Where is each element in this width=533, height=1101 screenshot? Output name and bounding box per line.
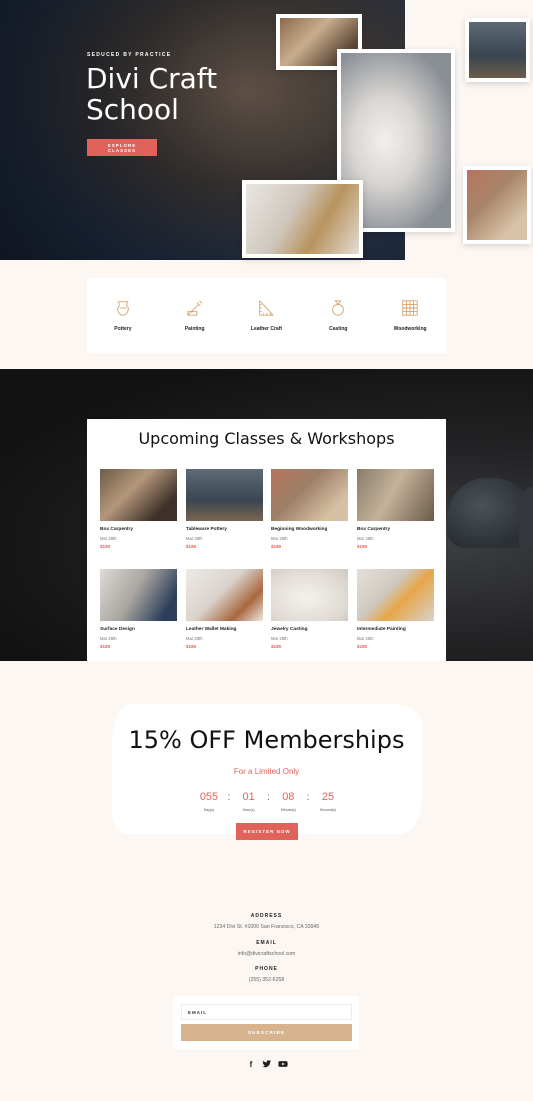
class-date: Mar 28th	[100, 536, 117, 541]
classes-title: Upcoming Classes & Workshops	[138, 429, 395, 448]
class-price: $180	[357, 644, 368, 649]
timer-seconds-value: 25	[321, 791, 335, 803]
class-card[interactable]: Box Carpentry Mar 28th $180	[357, 469, 434, 549]
class-date: Mar 28th	[271, 536, 288, 541]
category-woodworking[interactable]: Woodworking	[380, 299, 440, 332]
timer-days-label: Day(s)	[203, 808, 215, 812]
pot-icon	[117, 301, 129, 316]
email-input[interactable]: EMAIL	[181, 1004, 352, 1020]
class-card[interactable]: Leather Wallet Making Mar 28th $180	[186, 569, 263, 649]
category-label: Leather Craft	[250, 326, 283, 332]
phone-heading: PHONE	[255, 966, 278, 972]
ring-icon	[332, 300, 345, 316]
timer-days: 055 Day(s)	[196, 791, 222, 812]
timer-minutes: 08 Minute(s)	[275, 791, 301, 812]
timer-separator: :	[227, 792, 231, 803]
address-text: 1234 Divi St. #1000 San Francisco, CA 33…	[213, 924, 320, 930]
twitter-icon[interactable]	[261, 1058, 273, 1070]
class-name[interactable]: Intermediate Painting	[357, 627, 434, 632]
class-image[interactable]	[271, 569, 348, 621]
timer-minutes-value: 08	[282, 791, 295, 803]
timer-separator: :	[267, 792, 270, 803]
email-heading: EMAIL	[256, 940, 277, 946]
class-price: $180	[271, 644, 282, 649]
explore-classes-button[interactable]: EXPLORE CLASSES	[87, 139, 157, 156]
class-image[interactable]	[100, 469, 177, 521]
phone-text[interactable]: (255) 352-6258	[0, 977, 533, 983]
class-card[interactable]: Surface Design Mar 28th $180	[100, 569, 177, 649]
class-card[interactable]: Tableware Pottery Mar 28th $180	[186, 469, 263, 549]
class-name[interactable]: Box Carpentry	[100, 527, 177, 532]
wood-grid-icon	[402, 300, 418, 316]
promo-title: 15% OFF Memberships	[128, 726, 405, 754]
timer-separator: :	[306, 792, 310, 803]
collage-photo-leather	[242, 180, 363, 258]
class-image[interactable]	[357, 569, 434, 621]
class-price: $180	[271, 544, 282, 549]
ruler-icon	[259, 300, 275, 316]
timer-hours-value: 01	[242, 791, 255, 803]
hero-section: SEDUCED BY PRACTICE Divi Craft School EX…	[0, 0, 533, 260]
countdown-timer: 055 Day(s) : 01 Hour(s) : 08 Minute(s) :…	[196, 791, 341, 812]
class-card[interactable]: Intermediate Painting Mar 28th $180	[357, 569, 434, 649]
class-name[interactable]: Jewelry Casting	[271, 627, 348, 632]
timer-hours-label: Hour(s)	[242, 808, 255, 812]
class-price: $180	[186, 644, 197, 649]
hero-kicker: SEDUCED BY PRACTICE	[87, 52, 172, 58]
classes-panel: Upcoming Classes & Workshops Box Carpent…	[87, 419, 446, 661]
category-painting[interactable]: Painting	[165, 299, 225, 332]
youtube-icon[interactable]	[277, 1058, 289, 1070]
class-name[interactable]: Beginning Woodworking	[271, 527, 348, 532]
class-date: Mar 28th	[186, 536, 203, 541]
collage-photo-wood	[463, 166, 531, 244]
promo-subtitle: For a Limited Only	[233, 767, 300, 776]
class-price: $180	[100, 544, 111, 549]
collage-photo-pots	[465, 18, 530, 82]
class-card[interactable]: Beginning Woodworking Mar 28th $180	[271, 469, 348, 549]
category-leather-craft[interactable]: Leather Craft	[236, 299, 296, 332]
class-image[interactable]	[186, 469, 263, 521]
class-image[interactable]	[186, 569, 263, 621]
class-price: $180	[186, 544, 197, 549]
class-image[interactable]	[357, 469, 434, 521]
paint-tools-icon	[187, 300, 203, 316]
category-label: Woodworking	[393, 326, 427, 332]
class-card[interactable]: Box Carpentry Mar 28th $180	[100, 469, 177, 549]
category-label: Pottery	[114, 326, 132, 332]
category-pottery[interactable]: Pottery	[93, 299, 153, 332]
class-name[interactable]: Leather Wallet Making	[186, 627, 263, 632]
class-name[interactable]: Surface Design	[100, 627, 177, 632]
class-date: Mar 28th	[100, 636, 117, 641]
class-price: $180	[357, 544, 368, 549]
class-date: Mar 28th	[271, 636, 288, 641]
category-label: Casting	[329, 326, 348, 332]
category-strip: Pottery Painting Leather Craft Casting W…	[87, 278, 446, 353]
email-text[interactable]: info@divicraftschool.com	[0, 951, 533, 957]
class-name[interactable]: Box Carpentry	[357, 527, 434, 532]
facebook-icon[interactable]: f	[245, 1058, 257, 1070]
class-image[interactable]	[100, 569, 177, 621]
class-date: Mar 28th	[357, 636, 374, 641]
category-label: Painting	[184, 326, 205, 332]
twitter-bird-icon	[262, 1060, 272, 1068]
timer-seconds: 25 Second(s)	[315, 791, 341, 812]
address-heading: ADDRESS	[250, 913, 283, 919]
class-date: Mar 28th	[186, 636, 203, 641]
timer-hours: 01 Hour(s)	[236, 791, 262, 812]
category-casting[interactable]: Casting	[308, 299, 368, 332]
register-now-button[interactable]: REGISTER NOW	[236, 823, 298, 840]
youtube-play-icon	[278, 1061, 288, 1067]
class-image[interactable]	[271, 469, 348, 521]
class-date: Mar 28th	[357, 536, 374, 541]
hero-title: Divi Craft School	[86, 62, 218, 126]
timer-minutes-label: Minute(s)	[280, 808, 296, 812]
class-price: $180	[100, 644, 111, 649]
subscribe-button[interactable]: SUBSCRIBE	[181, 1024, 352, 1041]
class-name[interactable]: Tableware Pottery	[186, 527, 263, 532]
decorative-pot-image	[519, 487, 533, 549]
class-card[interactable]: Jewelry Casting Mar 28th $180	[271, 569, 348, 649]
timer-days-value: 055	[199, 791, 219, 803]
timer-seconds-label: Second(s)	[319, 808, 337, 812]
